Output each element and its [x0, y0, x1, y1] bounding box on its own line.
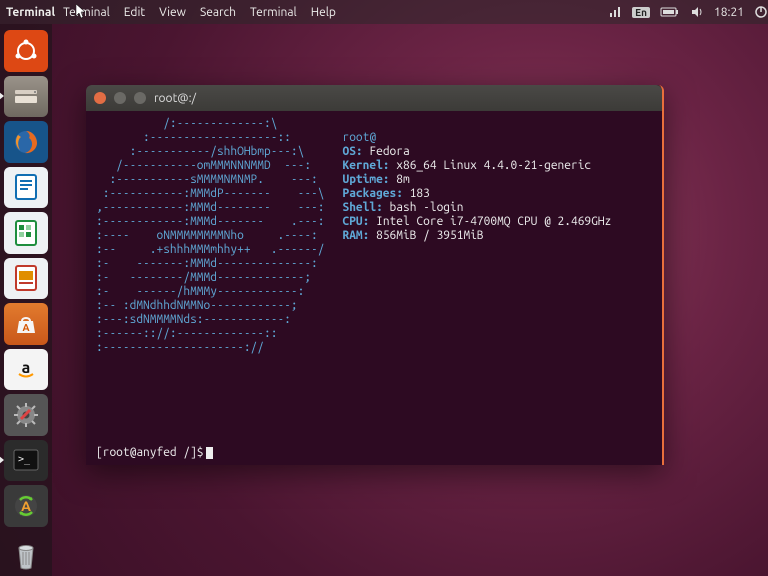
- session-indicator[interactable]: [754, 5, 768, 19]
- launcher-files[interactable]: [4, 76, 48, 118]
- launcher-impress[interactable]: [4, 258, 48, 300]
- info-uptime-val: 8m: [396, 173, 409, 186]
- terminal-titlebar[interactable]: root@:/: [86, 85, 662, 111]
- info-os-val: Fedora: [369, 145, 409, 158]
- terminal-cursor: [206, 447, 213, 459]
- launcher-ubuntu-dash[interactable]: [4, 30, 48, 72]
- menu-file[interactable]: Edit: [124, 6, 145, 19]
- window-maximize-button[interactable]: [134, 92, 146, 104]
- launcher-software-updater[interactable]: A: [4, 485, 48, 527]
- terminal-window[interactable]: root@:/ /:-------------:\ :-------------…: [86, 85, 664, 465]
- svg-text:A: A: [21, 498, 31, 514]
- info-cpu-val: Intel Core i7-4700MQ CPU @ 2.469GHz: [376, 215, 611, 228]
- info-cpu-key: CPU:: [342, 215, 369, 228]
- terminal-title: root@:/: [154, 92, 196, 105]
- sound-indicator[interactable]: [690, 5, 704, 19]
- window-minimize-button[interactable]: [114, 92, 126, 104]
- screenfetch-ascii-logo: /:-------------:\ :-------------------::…: [96, 117, 324, 440]
- info-os-key: OS:: [342, 145, 362, 158]
- info-packages-key: Packages:: [342, 187, 402, 200]
- launcher-writer[interactable]: [4, 167, 48, 209]
- launcher-firefox[interactable]: [4, 121, 48, 163]
- info-shell-key: Shell:: [342, 201, 382, 214]
- terminal-output[interactable]: /:-------------:\ :-------------------::…: [86, 111, 662, 446]
- info-userhost: root@: [342, 131, 376, 144]
- launcher-settings[interactable]: [4, 394, 48, 436]
- menu-edit[interactable]: View: [159, 6, 186, 19]
- network-indicator[interactable]: [608, 5, 622, 19]
- svg-text:>_: >_: [18, 454, 31, 465]
- top-menubar: Terminal Terminal Edit View Search Termi…: [0, 0, 768, 24]
- menu-terminal-2[interactable]: Help: [311, 6, 336, 19]
- info-kernel-val: x86_64 Linux 4.4.0-21-generic: [396, 159, 591, 172]
- svg-text:a: a: [22, 359, 31, 377]
- launcher-calc[interactable]: [4, 212, 48, 254]
- battery-indicator[interactable]: [660, 6, 680, 18]
- unity-launcher: A a >_ A: [0, 24, 52, 576]
- svg-text:A: A: [22, 322, 29, 333]
- info-kernel-key: Kernel:: [342, 159, 389, 172]
- info-uptime-key: Uptime:: [342, 173, 389, 186]
- launcher-ubuntu-software[interactable]: A: [4, 303, 48, 345]
- menu-search[interactable]: Terminal: [250, 6, 297, 19]
- window-close-button[interactable]: [94, 92, 106, 104]
- prompt-text: [root@anyfed /]$: [96, 446, 204, 459]
- info-ram-val: 856MiB / 3951MiB: [376, 229, 484, 242]
- info-ram-key: RAM:: [342, 229, 369, 242]
- menubar-app-name: Terminal: [6, 6, 55, 19]
- screenfetch-info: root@ OS: Fedora Kernel: x86_64 Linux 4.…: [342, 117, 611, 440]
- launcher-trash[interactable]: [4, 535, 48, 576]
- clock[interactable]: 18:21: [714, 6, 744, 19]
- menu-view[interactable]: Search: [200, 6, 236, 19]
- launcher-terminal[interactable]: >_: [4, 440, 48, 482]
- launcher-amazon[interactable]: a: [4, 349, 48, 391]
- info-packages-val: 183: [410, 187, 430, 200]
- keyboard-indicator[interactable]: En: [632, 7, 650, 18]
- mouse-cursor-icon: [76, 4, 88, 20]
- info-shell-val: bash -login: [390, 201, 464, 214]
- terminal-prompt[interactable]: [root@anyfed /]$: [86, 446, 662, 465]
